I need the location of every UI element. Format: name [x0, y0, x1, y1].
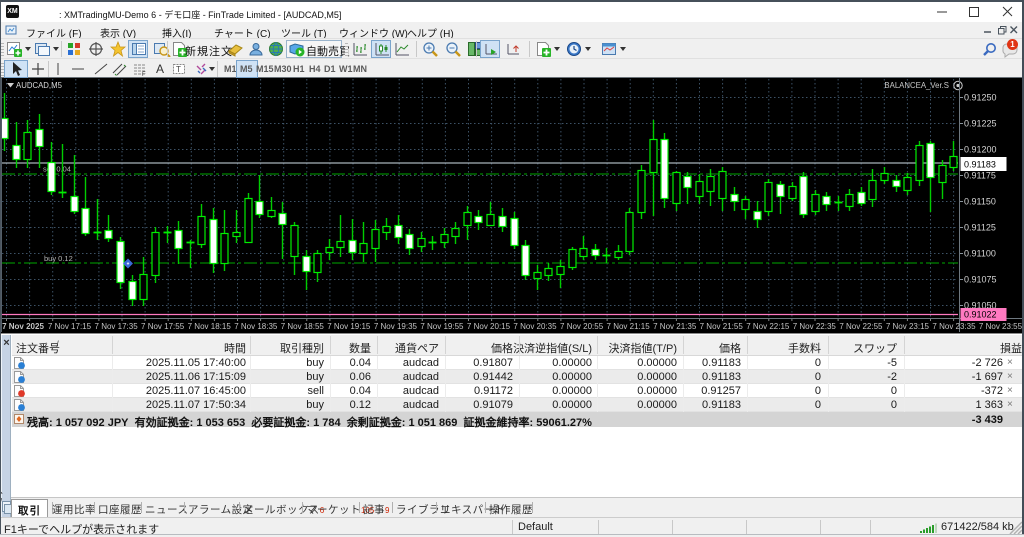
svg-text:T: T	[176, 65, 181, 74]
svg-text:7 Nov 17:55: 7 Nov 17:55	[141, 322, 185, 331]
svg-text:7 Nov 18:35: 7 Nov 18:35	[234, 322, 278, 331]
svg-text:7 Nov 23:35: 7 Nov 23:35	[932, 322, 976, 331]
svg-text:0.91150: 0.91150	[964, 197, 996, 207]
svg-text:7 Nov 17:35: 7 Nov 17:35	[95, 322, 139, 331]
svg-text:AUDCAD,M5: AUDCAD,M5	[16, 81, 63, 90]
svg-text:0.91183: 0.91183	[964, 160, 996, 170]
svg-text:7 Nov 20:35: 7 Nov 20:35	[513, 322, 557, 331]
svg-text:7 Nov 22:35: 7 Nov 22:35	[793, 322, 837, 331]
svg-text:0.91125: 0.91125	[964, 223, 996, 233]
svg-text:7 Nov 2025: 7 Nov 2025	[2, 322, 44, 331]
svg-text:sell 0.04: sell 0.04	[43, 165, 71, 174]
svg-text:0.91022: 0.91022	[964, 310, 997, 320]
svg-text:0.91250: 0.91250	[964, 93, 997, 103]
svg-text:BALANCEA_Ver.S: BALANCEA_Ver.S	[884, 81, 949, 90]
svg-text:7 Nov 23:15: 7 Nov 23:15	[886, 322, 930, 331]
svg-text:buy 0.12: buy 0.12	[44, 254, 73, 263]
svg-text:7 Nov 22:15: 7 Nov 22:15	[746, 322, 790, 331]
svg-text:7 Nov 19:55: 7 Nov 19:55	[420, 322, 464, 331]
svg-text:7 Nov 19:15: 7 Nov 19:15	[327, 322, 371, 331]
svg-text:0.91225: 0.91225	[964, 119, 997, 129]
svg-text:0.91175: 0.91175	[964, 171, 996, 181]
svg-text:7 Nov 21:15: 7 Nov 21:15	[607, 322, 651, 331]
svg-text:7 Nov 18:15: 7 Nov 18:15	[188, 322, 232, 331]
svg-text:7 Nov 17:15: 7 Nov 17:15	[48, 322, 92, 331]
svg-text:7 Nov 22:55: 7 Nov 22:55	[839, 322, 883, 331]
svg-text:0.91075: 0.91075	[964, 275, 997, 285]
svg-text:0.91100: 0.91100	[964, 249, 996, 259]
svg-text:7 Nov 20:55: 7 Nov 20:55	[560, 322, 604, 331]
svg-text:7 Nov 19:35: 7 Nov 19:35	[374, 322, 418, 331]
svg-text:0.91200: 0.91200	[964, 145, 997, 155]
svg-text:7 Nov 20:15: 7 Nov 20:15	[467, 322, 511, 331]
svg-text:7 Nov 21:35: 7 Nov 21:35	[653, 322, 697, 331]
svg-text:7 Nov 23:55: 7 Nov 23:55	[979, 322, 1023, 331]
svg-text:F: F	[142, 72, 146, 77]
svg-text:7 Nov 21:55: 7 Nov 21:55	[700, 322, 744, 331]
svg-text:7 Nov 18:55: 7 Nov 18:55	[281, 322, 325, 331]
